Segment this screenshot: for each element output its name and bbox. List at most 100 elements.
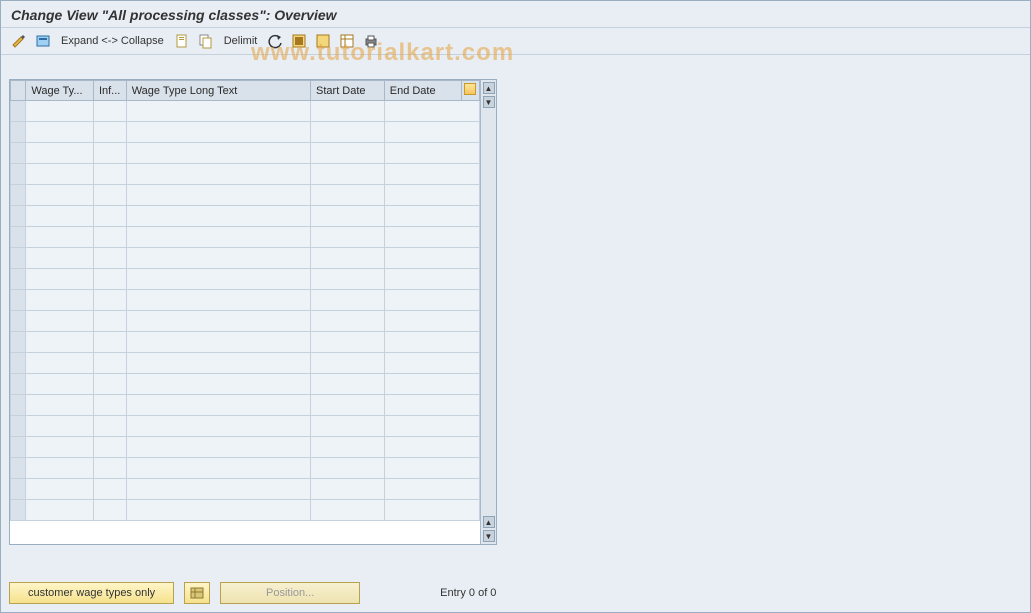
cell-start-date[interactable]: [311, 269, 385, 290]
delimit-button[interactable]: Delimit: [220, 35, 262, 47]
table-row[interactable]: [11, 416, 480, 437]
toggle-display-change-icon[interactable]: [9, 31, 29, 51]
cell-long-text[interactable]: [126, 206, 310, 227]
cell-start-date[interactable]: [311, 500, 385, 521]
scroll-down-bottom-icon[interactable]: ▼: [483, 530, 495, 542]
cell-start-date[interactable]: [311, 395, 385, 416]
table-row[interactable]: [11, 479, 480, 500]
table-row[interactable]: [11, 437, 480, 458]
table-row[interactable]: [11, 164, 480, 185]
cell-wage-type[interactable]: [26, 269, 94, 290]
cell-end-date[interactable]: [384, 500, 479, 521]
position-icon-button[interactable]: [184, 582, 210, 604]
cell-wage-type[interactable]: [26, 290, 94, 311]
cell-start-date[interactable]: [311, 248, 385, 269]
cell-end-date[interactable]: [384, 395, 479, 416]
cell-long-text[interactable]: [126, 248, 310, 269]
table-row[interactable]: [11, 227, 480, 248]
cell-inf[interactable]: [93, 311, 126, 332]
column-start-date[interactable]: Start Date: [311, 81, 385, 101]
cell-wage-type[interactable]: [26, 122, 94, 143]
select-all-icon[interactable]: [289, 31, 309, 51]
cell-long-text[interactable]: [126, 353, 310, 374]
table-row[interactable]: [11, 395, 480, 416]
expand-collapse-button[interactable]: Expand <-> Collapse: [57, 35, 168, 47]
cell-wage-type[interactable]: [26, 143, 94, 164]
table-row[interactable]: [11, 374, 480, 395]
table-row[interactable]: [11, 122, 480, 143]
undo-icon[interactable]: [265, 31, 285, 51]
cell-start-date[interactable]: [311, 416, 385, 437]
row-selector[interactable]: [11, 185, 26, 206]
cell-end-date[interactable]: [384, 227, 479, 248]
row-selector[interactable]: [11, 437, 26, 458]
cell-inf[interactable]: [93, 164, 126, 185]
cell-end-date[interactable]: [384, 185, 479, 206]
cell-long-text[interactable]: [126, 374, 310, 395]
scroll-down-icon[interactable]: ▼: [483, 96, 495, 108]
cell-end-date[interactable]: [384, 269, 479, 290]
row-selector[interactable]: [11, 500, 26, 521]
cell-wage-type[interactable]: [26, 395, 94, 416]
row-selector[interactable]: [11, 143, 26, 164]
cell-inf[interactable]: [93, 416, 126, 437]
cell-end-date[interactable]: [384, 332, 479, 353]
cell-wage-type[interactable]: [26, 500, 94, 521]
cell-long-text[interactable]: [126, 101, 310, 122]
cell-wage-type[interactable]: [26, 458, 94, 479]
cell-end-date[interactable]: [384, 290, 479, 311]
cell-long-text[interactable]: [126, 290, 310, 311]
row-selector[interactable]: [11, 395, 26, 416]
cell-long-text[interactable]: [126, 500, 310, 521]
cell-inf[interactable]: [93, 101, 126, 122]
scroll-up-bottom-icon[interactable]: ▲: [483, 516, 495, 528]
cell-start-date[interactable]: [311, 206, 385, 227]
table-row[interactable]: [11, 206, 480, 227]
new-entries-icon[interactable]: [172, 31, 192, 51]
vertical-scrollbar[interactable]: ▲ ▼ ▲ ▼: [480, 80, 496, 544]
cell-inf[interactable]: [93, 290, 126, 311]
column-configure[interactable]: [461, 81, 479, 101]
row-selector[interactable]: [11, 416, 26, 437]
cell-end-date[interactable]: [384, 143, 479, 164]
cell-inf[interactable]: [93, 437, 126, 458]
table-row[interactable]: [11, 101, 480, 122]
cell-wage-type[interactable]: [26, 206, 94, 227]
table-row[interactable]: [11, 353, 480, 374]
cell-end-date[interactable]: [384, 437, 479, 458]
cell-long-text[interactable]: [126, 311, 310, 332]
row-selector[interactable]: [11, 479, 26, 500]
cell-wage-type[interactable]: [26, 416, 94, 437]
cell-start-date[interactable]: [311, 332, 385, 353]
cell-inf[interactable]: [93, 458, 126, 479]
cell-long-text[interactable]: [126, 227, 310, 248]
table-row[interactable]: [11, 458, 480, 479]
row-selector[interactable]: [11, 269, 26, 290]
copy-icon[interactable]: [196, 31, 216, 51]
row-selector[interactable]: [11, 311, 26, 332]
cell-end-date[interactable]: [384, 206, 479, 227]
table-row[interactable]: [11, 185, 480, 206]
cell-inf[interactable]: [93, 332, 126, 353]
cell-wage-type[interactable]: [26, 101, 94, 122]
table-row[interactable]: [11, 500, 480, 521]
cell-long-text[interactable]: [126, 395, 310, 416]
cell-wage-type[interactable]: [26, 248, 94, 269]
cell-long-text[interactable]: [126, 437, 310, 458]
cell-inf[interactable]: [93, 479, 126, 500]
cell-long-text[interactable]: [126, 332, 310, 353]
cell-wage-type[interactable]: [26, 437, 94, 458]
table-settings-icon[interactable]: [337, 31, 357, 51]
cell-end-date[interactable]: [384, 311, 479, 332]
cell-long-text[interactable]: [126, 164, 310, 185]
column-selector[interactable]: [11, 81, 26, 101]
cell-start-date[interactable]: [311, 479, 385, 500]
cell-end-date[interactable]: [384, 353, 479, 374]
cell-start-date[interactable]: [311, 185, 385, 206]
cell-end-date[interactable]: [384, 374, 479, 395]
deselect-all-icon[interactable]: [313, 31, 333, 51]
cell-inf[interactable]: [93, 500, 126, 521]
cell-inf[interactable]: [93, 374, 126, 395]
column-wage-type[interactable]: Wage Ty...: [26, 81, 94, 101]
cell-start-date[interactable]: [311, 290, 385, 311]
